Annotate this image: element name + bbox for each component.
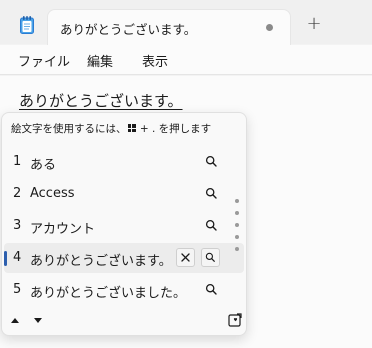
search-icon[interactable] [205,187,218,200]
menu-edit[interactable]: 編集 [87,51,113,70]
next-page-arrow-icon[interactable] [33,317,43,325]
notepad-window: ありがとうございます。 + ファイル 編集 表示 ありがとうございます。 絵文字… [0,0,372,348]
scroll-dot [235,235,239,239]
candidate-item[interactable]: 5 ありがとうございました。 [2,275,246,305]
tab-title: ありがとうございます。 [60,22,197,37]
search-icon[interactable] [205,155,218,168]
candidate-text: Access [30,186,75,201]
search-icon[interactable] [205,219,218,232]
scroll-dot [235,223,239,227]
emoji-hint-suffix: + . を押します [139,123,212,135]
candidate-number: 4 [13,250,22,265]
menu-view[interactable]: 表示 [142,51,168,70]
candidate-number: 3 [13,218,22,233]
close-icon [181,253,190,262]
new-tab-button[interactable]: + [303,13,325,35]
candidate-text: ありがとうございました。 [30,286,187,301]
search-icon [205,252,215,262]
candidate-scroll-indicator[interactable] [234,199,240,265]
menu-file[interactable]: ファイル [18,51,70,70]
scroll-dot [235,199,239,203]
search-icon[interactable] [205,283,218,296]
windows-key-icon [127,124,136,132]
ime-candidate-window: 絵文字を使用するには、 + . を押します 1 ある 2 Access 3 アカ… [1,112,247,336]
unsaved-indicator-dot[interactable] [266,24,273,31]
title-bar: ありがとうございます。 + [0,0,372,45]
candidate-number: 1 [13,154,22,169]
composition-text: ありがとうございます。 [19,92,183,110]
candidate-item-selected[interactable]: 4 ありがとうございます。 [4,243,244,273]
candidate-text: アカウント [30,222,96,237]
ime-settings-icon[interactable] [228,313,242,327]
candidate-item[interactable]: 1 ある [2,147,246,177]
remove-candidate-button[interactable] [176,248,195,267]
candidate-text: ある [30,158,57,173]
selection-indicator [4,251,7,266]
emoji-hint: 絵文字を使用するには、 + . を押します [11,121,211,136]
candidate-number: 5 [13,282,22,297]
candidate-text: ありがとうございます。 [30,254,172,269]
candidate-item[interactable]: 3 アカウント [2,211,246,241]
menu-bar: ファイル 編集 表示 [0,45,372,75]
document-tab[interactable]: ありがとうございます。 [47,9,291,45]
scroll-dot [235,211,239,215]
scroll-dot [235,247,239,251]
previous-page-arrow-icon[interactable] [10,317,20,325]
candidate-item[interactable]: 2 Access [2,179,246,209]
notepad-app-icon [20,16,34,34]
search-candidate-button[interactable] [201,248,220,267]
candidate-number: 2 [13,186,22,201]
emoji-hint-prefix: 絵文字を使用するには、 [11,123,127,135]
